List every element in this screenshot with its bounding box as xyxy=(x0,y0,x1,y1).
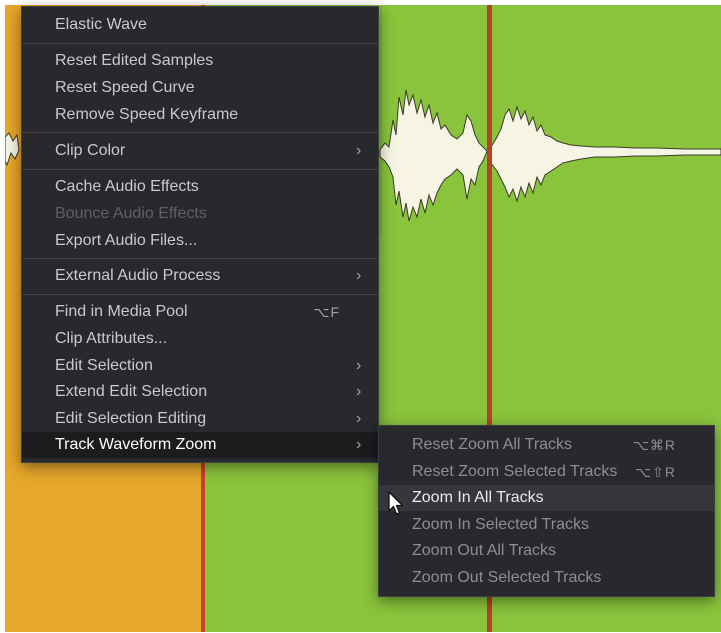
menu-item-edit-selection-editing[interactable]: Edit Selection Editing › xyxy=(22,406,378,432)
menu-separator xyxy=(22,132,378,133)
chevron-right-icon: › xyxy=(356,383,362,400)
shortcut-label: ⌥⇧R xyxy=(635,464,676,480)
menu-separator xyxy=(22,169,378,170)
menu-item-label: Edit Selection Editing xyxy=(55,410,207,427)
menu-item-label: Zoom Out Selected Tracks xyxy=(412,569,602,586)
menu-item-reset-zoom-all-tracks[interactable]: Reset Zoom All Tracks ⌥⌘R xyxy=(379,432,714,458)
menu-item-zoom-out-selected-tracks[interactable]: Zoom Out Selected Tracks xyxy=(379,565,714,591)
menu-item-label: Cache Audio Effects xyxy=(55,178,199,195)
menu-item-cache-audio-effects[interactable]: Cache Audio Effects xyxy=(22,174,378,200)
menu-item-find-in-media-pool[interactable]: Find in Media Pool ⌥F xyxy=(22,299,378,325)
menu-item-label: External Audio Process xyxy=(55,267,221,284)
shortcut-label: ⌥⌘R xyxy=(632,437,676,453)
mouse-pointer-icon xyxy=(388,491,404,515)
menu-item-label: Reset Edited Samples xyxy=(55,52,214,69)
menu-item-bounce-audio-effects: Bounce Audio Effects xyxy=(22,201,378,227)
menu-item-label: Reset Speed Curve xyxy=(55,79,195,96)
menu-item-label: Zoom In Selected Tracks xyxy=(412,516,589,533)
menu-separator xyxy=(22,258,378,259)
menu-item-reset-speed-curve[interactable]: Reset Speed Curve xyxy=(22,75,378,101)
menu-item-extend-edit-selection[interactable]: Extend Edit Selection › xyxy=(22,379,378,405)
menu-item-zoom-in-all-tracks[interactable]: Zoom In All Tracks xyxy=(379,485,714,511)
menu-item-label: Reset Zoom Selected Tracks xyxy=(412,463,618,480)
menu-item-label: Clip Color xyxy=(55,142,126,159)
menu-item-track-waveform-zoom[interactable]: Track Waveform Zoom › xyxy=(22,432,378,458)
chevron-right-icon: › xyxy=(356,267,362,284)
menu-item-zoom-out-all-tracks[interactable]: Zoom Out All Tracks xyxy=(379,538,714,564)
menu-item-label: Clip Attributes... xyxy=(55,330,168,347)
menu-item-label: Bounce Audio Effects xyxy=(55,205,207,222)
menu-item-label: Zoom In All Tracks xyxy=(412,489,544,506)
shortcut-label: ⌥F xyxy=(313,304,340,320)
track-waveform-zoom-submenu: Reset Zoom All Tracks ⌥⌘R Reset Zoom Sele… xyxy=(378,425,715,597)
menu-item-clip-attributes[interactable]: Clip Attributes... xyxy=(22,326,378,352)
menu-item-label: Find in Media Pool xyxy=(55,303,188,320)
menu-separator xyxy=(22,294,378,295)
menu-item-label: Track Waveform Zoom xyxy=(55,436,217,453)
menu-item-zoom-in-selected-tracks[interactable]: Zoom In Selected Tracks xyxy=(379,512,714,538)
chevron-right-icon: › xyxy=(356,410,362,427)
menu-item-label: Zoom Out All Tracks xyxy=(412,542,557,559)
menu-item-label: Edit Selection xyxy=(55,357,153,374)
chevron-right-icon: › xyxy=(356,436,362,453)
menu-item-clip-color[interactable]: Clip Color › xyxy=(22,138,378,164)
menu-item-reset-edited-samples[interactable]: Reset Edited Samples xyxy=(22,48,378,74)
menu-item-label: Elastic Wave xyxy=(55,16,147,33)
context-menu: Elastic Wave Reset Edited Samples Reset … xyxy=(21,6,379,463)
menu-item-export-audio-files[interactable]: Export Audio Files... xyxy=(22,228,378,254)
menu-separator xyxy=(22,43,378,44)
menu-item-external-audio-process[interactable]: External Audio Process › xyxy=(22,263,378,289)
menu-item-reset-zoom-selected-tracks[interactable]: Reset Zoom Selected Tracks ⌥⇧R xyxy=(379,459,714,485)
menu-item-label: Remove Speed Keyframe xyxy=(55,106,239,123)
chevron-right-icon: › xyxy=(356,357,362,374)
chevron-right-icon: › xyxy=(356,142,362,159)
menu-item-label: Reset Zoom All Tracks xyxy=(412,436,573,453)
menu-item-label: Export Audio Files... xyxy=(55,232,198,249)
menu-item-elastic-wave[interactable]: Elastic Wave xyxy=(22,12,378,38)
menu-item-remove-speed-keyframe[interactable]: Remove Speed Keyframe xyxy=(22,102,378,128)
menu-item-label: Extend Edit Selection xyxy=(55,383,208,400)
menu-item-edit-selection[interactable]: Edit Selection › xyxy=(22,353,378,379)
